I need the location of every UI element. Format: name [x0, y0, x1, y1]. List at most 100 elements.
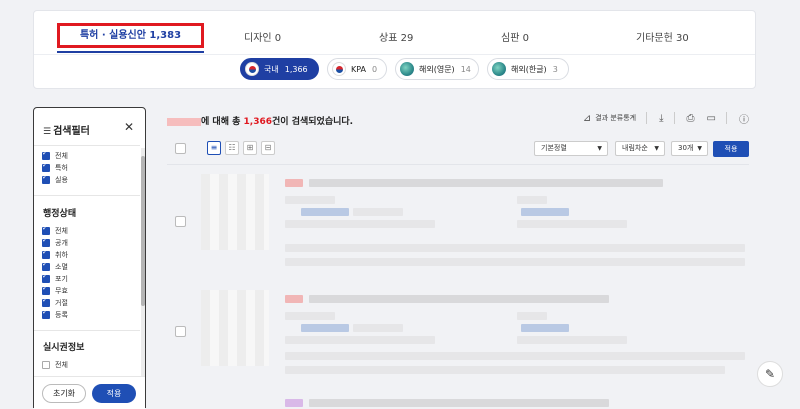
filter-scrollbar[interactable]: [141, 148, 145, 376]
chip-kpa[interactable]: KPA 0: [327, 58, 387, 80]
select-all-checkbox[interactable]: [175, 143, 186, 154]
checkbox[interactable]: [42, 149, 50, 160]
redacted-title[interactable]: [309, 399, 609, 407]
list-view-icon[interactable]: ≡: [207, 141, 221, 155]
tab-design[interactable]: 디자인 0: [244, 29, 281, 44]
filter-status-registered[interactable]: 등록: [42, 308, 68, 320]
compact-view-icon[interactable]: ☷: [225, 141, 239, 155]
option-label: 전체: [55, 226, 68, 235]
active-tab-indicator: [57, 51, 204, 53]
filter-status-open[interactable]: 공개: [42, 236, 68, 248]
result-checkbox[interactable]: [175, 216, 186, 227]
redacted-badge: [285, 179, 303, 187]
option-label: 등록: [55, 310, 68, 319]
chart-icon[interactable]: ⊿: [583, 113, 591, 124]
card-view-icon[interactable]: ⊟: [261, 141, 275, 155]
chip-overseas-korean[interactable]: 해외(한글) 3: [487, 58, 569, 80]
tab-other-docs[interactable]: 기타문헌 30: [636, 29, 689, 44]
redacted-abstract: [285, 244, 745, 252]
result-item[interactable]: [167, 397, 749, 408]
sort-select[interactable]: 기본정렬 ▼: [534, 141, 608, 156]
filter-status-extinct[interactable]: 소멸: [42, 260, 68, 272]
filter-status-rejected[interactable]: 거절: [42, 296, 68, 308]
category-tabs: 특허 · 실용신안 1,383 디자인 0 상표 29 심판 0 기타문헌 30: [34, 11, 755, 55]
tab-trademark[interactable]: 상표 29: [379, 29, 413, 44]
list-controls: ≡ ☷ ⊞ ⊟ 기본정렬 ▼ 내림차순 ▼ 30개 ▼ 적용: [167, 140, 749, 158]
korea-flag-icon: [245, 62, 259, 76]
korea-flag-icon: [332, 62, 346, 76]
close-icon[interactable]: ✕: [124, 120, 134, 134]
result-item[interactable]: [167, 290, 749, 390]
redacted-abstract: [285, 366, 725, 374]
redacted-title[interactable]: [309, 295, 609, 303]
result-checkbox[interactable]: [175, 326, 186, 337]
tab-patent-utility[interactable]: 특허 · 실용신안 1,383: [57, 23, 204, 48]
divider: [34, 330, 140, 331]
filter-status-all[interactable]: 전체: [42, 224, 68, 236]
result-item[interactable]: [167, 174, 749, 274]
status-section-title: 행정상태: [43, 209, 77, 219]
chip-count: 3: [552, 64, 558, 74]
checkbox[interactable]: [42, 272, 50, 283]
checkbox[interactable]: [42, 296, 50, 307]
stats-button[interactable]: 결과 분류통계: [595, 113, 636, 123]
option-label: 거절: [55, 298, 68, 307]
filter-status-withdrawn[interactable]: 취하: [42, 248, 68, 260]
redacted-badge: [285, 399, 303, 407]
filter-type-all[interactable]: 전체: [42, 149, 68, 161]
filter-type-utility[interactable]: 실용: [42, 173, 68, 185]
checkbox[interactable]: [42, 360, 50, 369]
redacted-applicant: [301, 208, 349, 216]
redacted-abstract: [285, 258, 745, 266]
info-icon[interactable]: ⓘ: [739, 111, 749, 126]
option-label: 공개: [55, 238, 68, 247]
print-icon[interactable]: ⎙: [687, 113, 695, 124]
redacted-text: [353, 208, 403, 216]
chip-overseas-english[interactable]: 해외(영문) 14: [395, 58, 479, 80]
divider: [167, 164, 749, 165]
edit-icon[interactable]: ✎: [757, 361, 783, 387]
option-label: 무효: [55, 286, 68, 295]
checkbox[interactable]: [42, 161, 50, 172]
order-value: 내림차순: [622, 144, 648, 152]
redacted-text: [285, 196, 335, 204]
download-icon[interactable]: ⤓: [659, 113, 663, 124]
tab-trial[interactable]: 심판 0: [501, 29, 529, 44]
checkbox[interactable]: [42, 173, 50, 184]
order-select[interactable]: 내림차순 ▼: [615, 141, 665, 156]
chip-label: 해외(한글): [511, 64, 547, 74]
perpage-select[interactable]: 30개 ▼: [671, 141, 708, 156]
checkbox[interactable]: [42, 224, 50, 235]
filter-status-abandoned[interactable]: 포기: [42, 272, 68, 284]
checkbox[interactable]: [42, 308, 50, 319]
list-apply-button[interactable]: 적용: [713, 141, 749, 157]
redacted-badge: [285, 295, 303, 303]
filter-apply-button[interactable]: 적용: [92, 384, 136, 403]
globe-icon: [492, 62, 506, 76]
checkbox[interactable]: [42, 284, 50, 295]
option-label: 전체: [55, 360, 68, 369]
checkbox[interactable]: [42, 236, 50, 247]
redacted-applicant: [301, 324, 349, 332]
reset-button[interactable]: 초기화: [42, 384, 86, 403]
grid-view-icon[interactable]: ⊞: [243, 141, 257, 155]
result-thumbnail[interactable]: [201, 290, 269, 366]
checkbox[interactable]: [42, 260, 50, 271]
chip-label: 해외(영문): [419, 64, 455, 74]
chip-domestic[interactable]: 국내 1,366: [240, 58, 319, 80]
redacted-title[interactable]: [309, 179, 663, 187]
chip-count: 1,366: [284, 64, 308, 74]
filter-footer: 초기화 적용: [34, 376, 145, 409]
folder-icon[interactable]: ▭: [707, 113, 716, 124]
result-thumbnail[interactable]: [201, 174, 269, 250]
option-label: 전체: [55, 151, 68, 160]
divider: [34, 145, 140, 146]
redacted-text: [517, 196, 547, 204]
filter-status-invalid[interactable]: 무효: [42, 284, 68, 296]
results-summary: 에 대해 총 1,366건이 검색되었습니다.: [167, 114, 353, 127]
filter-type-patent[interactable]: 특허: [42, 161, 68, 173]
redacted-abstract: [285, 352, 745, 360]
checkbox[interactable]: [42, 248, 50, 259]
filter-rights-all[interactable]: 전체: [42, 359, 68, 370]
option-label: 특허: [55, 163, 68, 172]
